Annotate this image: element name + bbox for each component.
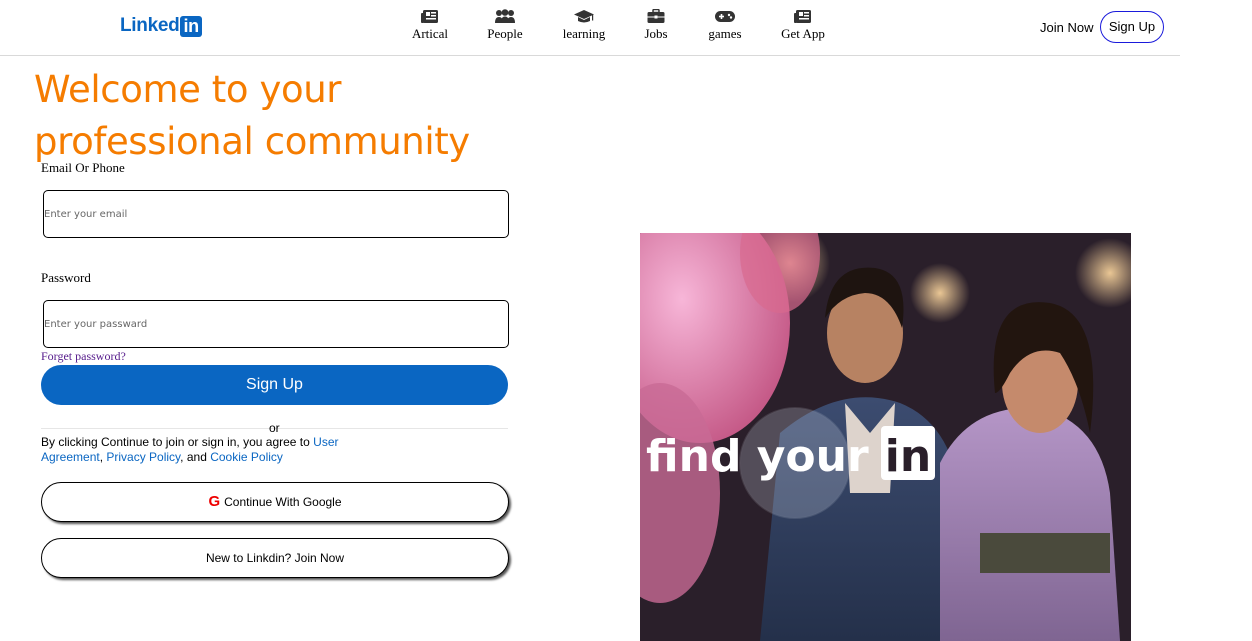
nav-label: People <box>487 26 523 41</box>
nav-people[interactable]: People <box>470 9 540 42</box>
hero-image: find your in <box>640 233 1131 641</box>
terms-prefix: By clicking Continue to join or sign in,… <box>41 435 314 449</box>
linkedin-logo[interactable]: Linked in <box>120 15 202 37</box>
welcome-line-2: professional community <box>34 120 470 163</box>
logo-in-box: in <box>180 15 202 37</box>
nav-jobs[interactable]: Jobs <box>621 9 691 42</box>
graduation-cap-icon <box>574 10 594 23</box>
logo-text: Linked <box>120 15 180 36</box>
nav-label: games <box>708 26 742 41</box>
join-now-button[interactable]: New to Linkdin? Join Now <box>41 538 509 578</box>
password-field[interactable] <box>43 300 509 348</box>
nav-label: Jobs <box>644 26 668 41</box>
cookie-policy-link[interactable]: Cookie Policy <box>210 450 283 464</box>
email-label: Email Or Phone <box>41 160 125 175</box>
terms-and: , and <box>180 450 211 464</box>
header-sign-up-button[interactable]: Sign Up <box>1100 11 1164 43</box>
continue-with-google-button[interactable]: G Continue With Google <box>41 482 509 522</box>
sign-up-button[interactable]: Sign Up <box>41 365 508 405</box>
newspaper-icon <box>421 10 438 23</box>
welcome-heading: Welcome to your professional community <box>34 64 474 168</box>
join-now-link[interactable]: Join Now <box>1040 20 1093 35</box>
nav-label: Artical <box>411 26 449 41</box>
nav-get-app[interactable]: Get App <box>768 9 838 42</box>
hero-badge-text: in <box>885 431 931 482</box>
top-navbar: Linked in Artical People learning Jobs ga… <box>0 0 1180 56</box>
gamepad-icon <box>715 11 735 22</box>
password-label: Password <box>41 270 91 285</box>
nav-artical[interactable]: Artical <box>395 9 465 42</box>
nav-games[interactable]: games <box>690 9 760 42</box>
terms-text: By clicking Continue to join or sign in,… <box>41 435 371 465</box>
nav-label: learning <box>562 26 606 41</box>
forget-password-link[interactable]: Forget password? <box>41 349 126 364</box>
google-icon: G <box>208 493 221 510</box>
newspaper-icon <box>794 10 811 23</box>
google-button-label: Continue With Google <box>224 495 342 509</box>
people-icon <box>495 9 515 23</box>
briefcase-icon <box>647 9 665 23</box>
nav-label: Get App <box>781 26 825 41</box>
welcome-line-1: Welcome to your <box>34 68 342 111</box>
privacy-policy-link[interactable]: Privacy Policy <box>106 450 180 464</box>
hero-illustration: find your in <box>640 233 1131 641</box>
email-field[interactable] <box>43 190 509 238</box>
or-separator: or <box>269 421 280 435</box>
hero-text: find your <box>646 431 869 482</box>
nav-learning[interactable]: learning <box>549 9 619 42</box>
